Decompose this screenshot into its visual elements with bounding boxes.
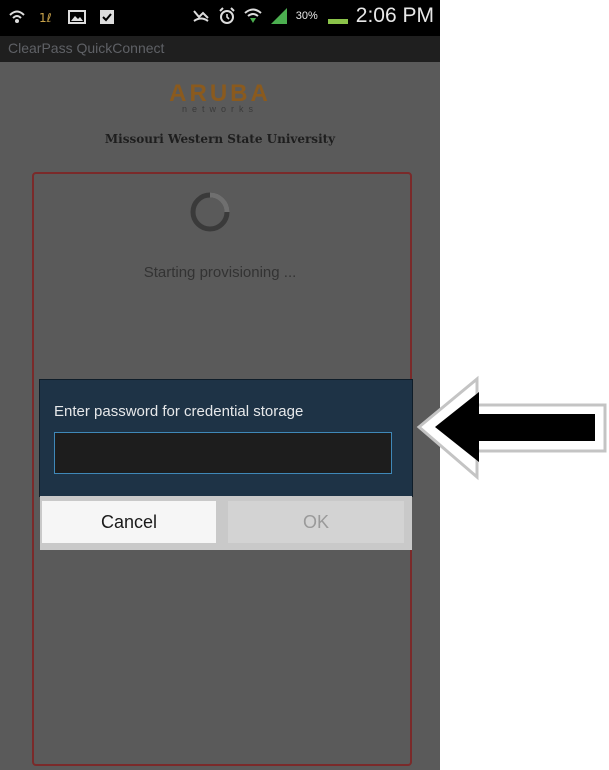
missed-call-icon: [192, 10, 209, 22]
provisioning-status: Starting provisioning ...: [143, 264, 297, 281]
image-icon: [68, 10, 86, 24]
dimmed-content: ARUBA networks Missouri Western State Un…: [0, 62, 440, 770]
cancel-button[interactable]: Cancel: [42, 501, 216, 543]
notification-icons: 1ℓ: [8, 8, 116, 26]
aruba-logo: ARUBA networks: [0, 80, 440, 114]
logo-subtext: networks: [181, 104, 258, 114]
clock: 2:06 PM: [355, 4, 434, 27]
university-name: Missouri Western State University: [104, 132, 336, 146]
left-arrow-icon: [416, 375, 607, 481]
clipboard-check-icon: [100, 10, 114, 24]
dialog-button-bar: Cancel OK: [40, 496, 412, 550]
status-bar: 1ℓ 30% 2:06 PM: [0, 0, 440, 36]
app-title: ClearPass QuickConnect: [8, 40, 165, 56]
wifi-signal-icon: [244, 8, 262, 23]
app-bar: ClearPass QuickConnect: [0, 36, 440, 62]
alarm-icon: [219, 7, 235, 24]
dialog-title: Enter password for credential storage: [54, 403, 304, 420]
app-notification-icon: 1ℓ: [39, 11, 52, 25]
phone-screen: 1ℓ 30% 2:06 PM ClearPass QuickConnect AR…: [0, 0, 440, 770]
loading-spinner-icon: [190, 192, 230, 232]
wifi-icon: [9, 10, 25, 23]
cell-signal-icon: [270, 8, 287, 24]
password-field[interactable]: [54, 432, 392, 474]
system-icons: 30% 2:06 PM: [192, 4, 434, 28]
password-dialog: Enter password for credential storage: [40, 380, 412, 496]
ok-button[interactable]: OK: [228, 501, 404, 543]
battery-percent: 30%: [295, 10, 318, 22]
svg-text:1ℓ: 1ℓ: [39, 11, 52, 25]
battery-icon: [327, 19, 348, 24]
